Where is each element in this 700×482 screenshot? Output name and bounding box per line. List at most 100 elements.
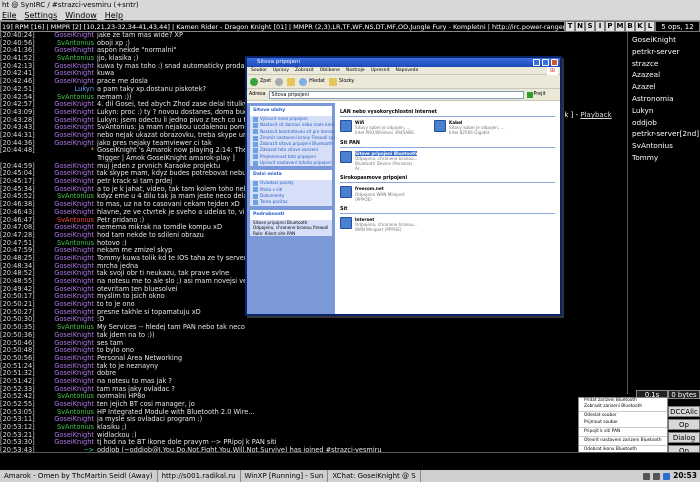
xp-menu-bar: Soubor Upravy Zobrazit Oblibene Nastroje Upre…: [247, 67, 560, 75]
menu-item-settings[interactable]: Settings: [24, 10, 57, 20]
channel-topic[interactable]: 19] RPM [16] | MMPR [2] [10,21,23-32,34-…: [0, 21, 565, 32]
chat-line: [20:50:30] GoseiKnight:D: [0, 316, 627, 324]
nickname[interactable]: *: [39, 147, 97, 155]
user-list-item[interactable]: Astronomia: [628, 93, 700, 105]
go-arrow-icon: [526, 91, 533, 98]
task-group: Sitove ulohy Vytvorit nove pripojeni Nasta…: [250, 106, 389, 167]
forward-button[interactable]: [275, 77, 284, 86]
playback-label[interactable]: Playback: [580, 111, 611, 119]
connection-text: Sitove pripojeni Bluetooth Odpojeno, chra…: [355, 150, 420, 172]
xp-menu-item[interactable]: Oblibene: [320, 67, 340, 74]
back-button[interactable]: Zpet: [250, 77, 271, 86]
task-link[interactable]: Upravit nastaveni tohoto pripojeni: [250, 160, 332, 166]
minimize-icon[interactable]: [533, 59, 540, 66]
connection-section-title: Sirokopasmove pripojeni: [340, 175, 555, 184]
xp-menu-item[interactable]: Upresnit: [371, 67, 390, 74]
taskbar-button[interactable]: WinXP [Running] - Sun: [241, 470, 329, 482]
task-group-title[interactable]: Dalsi mista: [250, 170, 332, 181]
user-list-item[interactable]: strazce: [628, 58, 700, 70]
go-label: Prejit: [533, 92, 546, 97]
task-icon: [253, 199, 258, 205]
network-icon[interactable]: [643, 472, 651, 480]
taskbar-button[interactable]: XChat: GoseiKnight @ S: [328, 470, 421, 482]
task-icon: [253, 160, 258, 166]
task-icon: [253, 193, 258, 199]
mode-button-n[interactable]: N: [575, 21, 585, 32]
user-list-item[interactable]: petrkr-server[2nd]: [628, 128, 700, 140]
bluetooth-icon[interactable]: [663, 472, 671, 480]
network-connection[interactable]: Wifi Sitovy kabel je odpojen, ... Intel P…: [340, 120, 420, 136]
xp-menu-item[interactable]: Zobrazit: [295, 67, 314, 74]
mode-button-t[interactable]: T: [565, 21, 575, 32]
task-group: Dalsi mista Ovladaci panely Mista v siti Do…: [250, 170, 332, 206]
up-folder-button[interactable]: [287, 77, 296, 86]
connection-status: Sitovy kabel je odpojen, ... Intel PRO/W…: [355, 125, 415, 136]
address-input[interactable]: Sitova pripojeni: [268, 90, 524, 99]
task-link[interactable]: Tento pocitac: [250, 199, 332, 205]
xp-menu-item[interactable]: Nastroje: [346, 67, 365, 74]
user-action-button[interactable]: Op: [668, 419, 700, 430]
chat-line: [20:53:12] SvAntonius klasiku ;): [0, 423, 627, 432]
folders-button[interactable]: Slozky: [328, 77, 354, 86]
menu-item-window[interactable]: Window: [65, 10, 97, 20]
user-list-item[interactable]: Lukyn: [628, 105, 700, 117]
user-list-item[interactable]: petrkr-server: [628, 46, 700, 58]
network-connection[interactable]: Sitove pripojeni Bluetooth Odpojeno, chra…: [340, 150, 420, 172]
user-list-item[interactable]: oddjob: [628, 117, 700, 129]
go-button[interactable]: Prejit: [526, 91, 546, 98]
xp-menu-item[interactable]: Soubor: [251, 67, 267, 74]
xp-menu-item[interactable]: Upravy: [273, 67, 289, 74]
mode-button-m[interactable]: M: [615, 21, 625, 32]
task-icon: [253, 154, 258, 160]
address-label: Adresa: [249, 92, 266, 97]
task-icon: [253, 129, 258, 135]
xp-menu-item[interactable]: Napoveda: [396, 67, 419, 74]
menu-separator: [579, 435, 667, 438]
search-button[interactable]: Hledat: [299, 77, 325, 86]
user-list-item[interactable]: SvAntonius: [628, 140, 700, 152]
task-group-title[interactable]: Podrobnosti: [250, 209, 332, 220]
context-menu-item[interactable]: Otevrit nastaveni zarizeni Bluetooth: [579, 438, 667, 444]
task-icon: [253, 148, 258, 154]
nickname[interactable]: GoseiKnight: [39, 139, 97, 148]
user-action-button[interactable]: DCCAllc: [668, 406, 700, 417]
xp-body: Sitove ulohy Vytvorit nove pripojeni Nasta…: [247, 103, 560, 314]
connection-status: Odpojeno, chranene branou... WAN Minipor…: [355, 222, 418, 233]
connection-status: Odpojeno WAN Miniport (PPPOE): [355, 191, 405, 202]
network-connection[interactable]: Kabel Sitovy kabel je odpojen, ... Intel …: [434, 120, 514, 136]
user-list-item[interactable]: Tommy: [628, 152, 700, 164]
mode-button-b[interactable]: B: [625, 21, 635, 32]
menu-item-eile[interactable]: Eile: [2, 10, 16, 20]
task-icon: [253, 181, 258, 187]
menu-item-help[interactable]: Help: [105, 10, 123, 20]
xp-toolbar: Zpet Hledat Slozky: [247, 75, 560, 89]
mode-button-l[interactable]: L: [645, 21, 655, 32]
mode-button-k[interactable]: K: [635, 21, 645, 32]
mode-button-i[interactable]: I: [595, 21, 605, 32]
user-list-item[interactable]: Azazeal: [628, 69, 700, 81]
xp-network-connections-window[interactable]: Sitova pripojeni Soubor Upravy Zobrazit Obl…: [245, 56, 562, 316]
taskbar-button[interactable]: Amarok - Omen by ThcMartin Seidl (Away): [0, 470, 158, 482]
chat-line: [20:51:32] GoseiKnight dobre: [0, 370, 627, 378]
network-connection[interactable]: freecom.net Odpojeno WAN Miniport (PPPOE): [340, 186, 420, 202]
xp-title-bar[interactable]: Sitova pripojeni: [247, 58, 560, 67]
windows-flag-icon: ⊞: [547, 67, 558, 75]
volume-icon[interactable]: [653, 472, 661, 480]
user-list-item[interactable]: Azazel: [628, 81, 700, 93]
chat-line: [20:53:21] GoseiKnight widlackou :): [0, 431, 627, 440]
up-folder-icon: [287, 77, 296, 86]
maximize-icon[interactable]: [542, 59, 549, 66]
close-icon[interactable]: [551, 59, 558, 66]
mode-button-s[interactable]: S: [585, 21, 595, 32]
user-action-button[interactable]: Dialog: [668, 432, 700, 443]
message-input[interactable]: [0, 452, 700, 464]
menu-bar: Eile Settings Window Help: [0, 10, 700, 21]
xp-task-pane: Sitove ulohy Vytvorit nove pripojeni Nasta…: [247, 103, 389, 314]
user-list-item[interactable]: GoseiKnight: [628, 34, 700, 46]
network-adapter-icon: [340, 186, 352, 199]
taskbar-button[interactable]: http://s001.radikal.ru: [158, 470, 241, 482]
connection-text: Wifi Sitovy kabel je odpojen, ... Intel P…: [355, 120, 420, 136]
mode-button-p[interactable]: P: [605, 21, 615, 32]
network-connection[interactable]: Internet Odpojeno, chranene branou... WAN…: [340, 217, 420, 233]
task-group-title[interactable]: Sitove ulohy: [250, 106, 332, 116]
